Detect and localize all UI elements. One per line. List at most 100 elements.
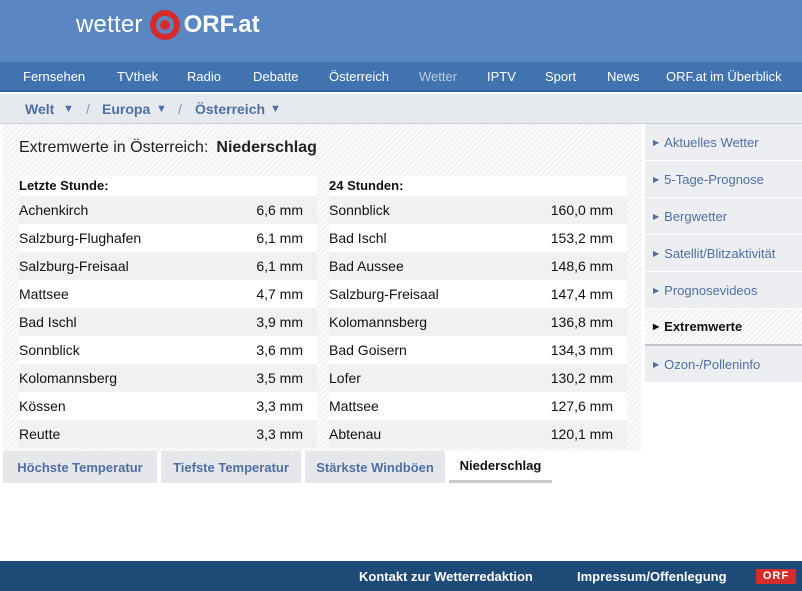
day-table: 24 Stunden: Sonnblick 160,0 mm Bad Ischl 1… [329, 176, 627, 448]
arrow-right-icon: ▶ [653, 137, 660, 147]
station-name: Salzburg-Flughafen [19, 230, 142, 246]
precip-value: 130,2 mm [550, 370, 613, 386]
station-name: Abtenau [329, 426, 382, 442]
nav-radio[interactable]: Radio [187, 69, 221, 84]
wetter-orf-logo[interactable]: wetter ORF.at [76, 8, 260, 42]
sidebar-item-extremwerte[interactable]: ▶ Extremwerte [645, 309, 802, 346]
nav-oesterreich[interactable]: Österreich [329, 69, 389, 84]
table-row: Kolomannsberg 136,8 mm [329, 308, 627, 336]
precip-value: 3,3 mm [256, 426, 303, 442]
logo-wetter-text: wetter [76, 11, 143, 38]
arrow-right-icon: ▶ [653, 248, 660, 258]
nav-iptv[interactable]: IPTV [487, 69, 516, 84]
sidebar-item-label: Bergwetter [664, 208, 728, 224]
category-tabs: Höchste Temperatur Tiefste Temperatur St… [0, 451, 641, 485]
station-name: Kolomannsberg [19, 370, 118, 386]
sidebar-item-label: Satellit/Blitzaktivität [664, 245, 776, 261]
sidebar-item-label: Aktuelles Wetter [664, 134, 759, 150]
chevron-down-icon[interactable]: ▼ [270, 103, 281, 115]
table-row: Bad Ischl 3,9 mm [19, 308, 317, 336]
precip-value: 153,2 mm [550, 230, 613, 246]
breadcrumb-oesterreich[interactable]: Österreich [195, 101, 265, 117]
extremes-panel: Extremwerte in Österreich: Niederschlag L… [3, 124, 641, 451]
nav-wetter[interactable]: Wetter [419, 69, 457, 84]
table-row: Abtenau 120,1 mm [329, 420, 627, 448]
table-row: Sonnblick 3,6 mm [19, 336, 317, 364]
station-name: Sonnblick [329, 202, 390, 218]
table-row: Kolomannsberg 3,5 mm [19, 364, 317, 392]
table-row: Bad Ischl 153,2 mm [329, 224, 627, 252]
station-name: Kössen [19, 398, 66, 414]
arrow-right-icon: ▶ [653, 285, 660, 295]
tab-tiefste-temperatur[interactable]: Tiefste Temperatur [161, 451, 301, 483]
main-navigation: Fernsehen TVthek Radio Debatte Österreic… [0, 62, 802, 92]
sidebar-item-ozon-polleninfo[interactable]: ▶ Ozon-/Polleninfo [645, 346, 802, 383]
station-name: Bad Aussee [329, 258, 404, 274]
sidebar-item-satellit[interactable]: ▶ Satellit/Blitzaktivität [645, 235, 802, 272]
station-name: Bad Ischl [19, 314, 77, 330]
nav-news[interactable]: News [607, 69, 640, 84]
station-name: Bad Goisern [329, 342, 407, 358]
station-name: Kolomannsberg [329, 314, 428, 330]
arrow-right-icon: ▶ [653, 359, 660, 369]
table-row: Sonnblick 160,0 mm [329, 196, 627, 224]
last-hour-header: Letzte Stunde: [19, 176, 317, 196]
breadcrumb: Welt ▼ / Europa ▼ / Österreich ▼ [0, 94, 802, 124]
table-row: Bad Aussee 148,6 mm [329, 252, 627, 280]
site-header: wetter ORF.at [0, 0, 802, 62]
precip-value: 136,8 mm [550, 314, 613, 330]
tab-hoechste-temperatur[interactable]: Höchste Temperatur [3, 451, 157, 483]
sidebar-item-bergwetter[interactable]: ▶ Bergwetter [645, 198, 802, 235]
station-name: Mattsee [329, 398, 379, 414]
last-hour-rows: Achenkirch 6,6 mm Salzburg-Flughafen 6,1 m… [19, 196, 317, 448]
precip-value: 134,3 mm [550, 342, 613, 358]
day-rows: Sonnblick 160,0 mm Bad Ischl 153,2 mm Bad … [329, 196, 627, 448]
station-name: Lofer [329, 370, 361, 386]
nav-orf-overview[interactable]: ORF.at im Überblick [666, 69, 782, 84]
tab-staerkste-windboeen[interactable]: Stärkste Windböen [305, 451, 445, 483]
nav-tvthek[interactable]: TVthek [117, 69, 158, 84]
table-row: Lofer 130,2 mm [329, 364, 627, 392]
breadcrumb-welt[interactable]: Welt [25, 101, 54, 117]
breadcrumb-separator: / [86, 101, 90, 117]
breadcrumb-separator: / [178, 101, 182, 117]
sidebar-item-label: Ozon-/Polleninfo [664, 356, 761, 372]
chevron-down-icon[interactable]: ▼ [156, 103, 167, 115]
precip-value: 127,6 mm [550, 398, 613, 414]
nav-sport[interactable]: Sport [545, 69, 576, 84]
station-name: Reutte [19, 426, 61, 442]
precip-value: 3,3 mm [256, 398, 303, 414]
station-name: Mattsee [19, 286, 69, 302]
precip-value: 6,1 mm [256, 258, 303, 274]
breadcrumb-europa[interactable]: Europa [102, 101, 150, 117]
sidebar-item-label: Prognosevideos [664, 282, 758, 298]
station-name: Bad Ischl [329, 230, 387, 246]
orf-logo-badge[interactable]: ORF [756, 569, 796, 584]
sidebar-item-label: Extremwerte [664, 319, 743, 334]
precip-value: 6,1 mm [256, 230, 303, 246]
orf-eye-icon [149, 10, 180, 40]
precip-value: 160,0 mm [550, 202, 613, 218]
sidebar-item-5-tage-prognose[interactable]: ▶ 5-Tage-Prognose [645, 161, 802, 198]
precip-value: 147,4 mm [550, 286, 613, 302]
sidebar-item-label: 5-Tage-Prognose [664, 171, 764, 187]
footer-imprint-link[interactable]: Impressum/Offenlegung [577, 569, 727, 584]
day-header: 24 Stunden: [329, 176, 627, 196]
nav-debatte[interactable]: Debatte [253, 69, 299, 84]
footer-contact-link[interactable]: Kontakt zur Wetterredaktion [359, 569, 533, 584]
table-row: Salzburg-Freisaal 147,4 mm [329, 280, 627, 308]
precip-value: 4,7 mm [256, 286, 303, 302]
tab-niederschlag[interactable]: Niederschlag [449, 451, 552, 483]
precip-value: 148,6 mm [550, 258, 613, 274]
station-name: Achenkirch [19, 202, 89, 218]
table-row: Mattsee 4,7 mm [19, 280, 317, 308]
last-hour-table: Letzte Stunde: Achenkirch 6,6 mm Salzburg… [19, 176, 317, 448]
chevron-down-icon[interactable]: ▼ [63, 103, 74, 115]
nav-fernsehen[interactable]: Fernsehen [23, 69, 85, 84]
page-title: Extremwerte in Österreich: Niederschlag [19, 139, 317, 157]
sidebar-item-aktuelles-wetter[interactable]: ▶ Aktuelles Wetter [645, 124, 802, 161]
precip-value: 3,6 mm [256, 342, 303, 358]
sidebar-item-prognosevideos[interactable]: ▶ Prognosevideos [645, 272, 802, 309]
table-row: Salzburg-Freisaal 6,1 mm [19, 252, 317, 280]
table-row: Kössen 3,3 mm [19, 392, 317, 420]
